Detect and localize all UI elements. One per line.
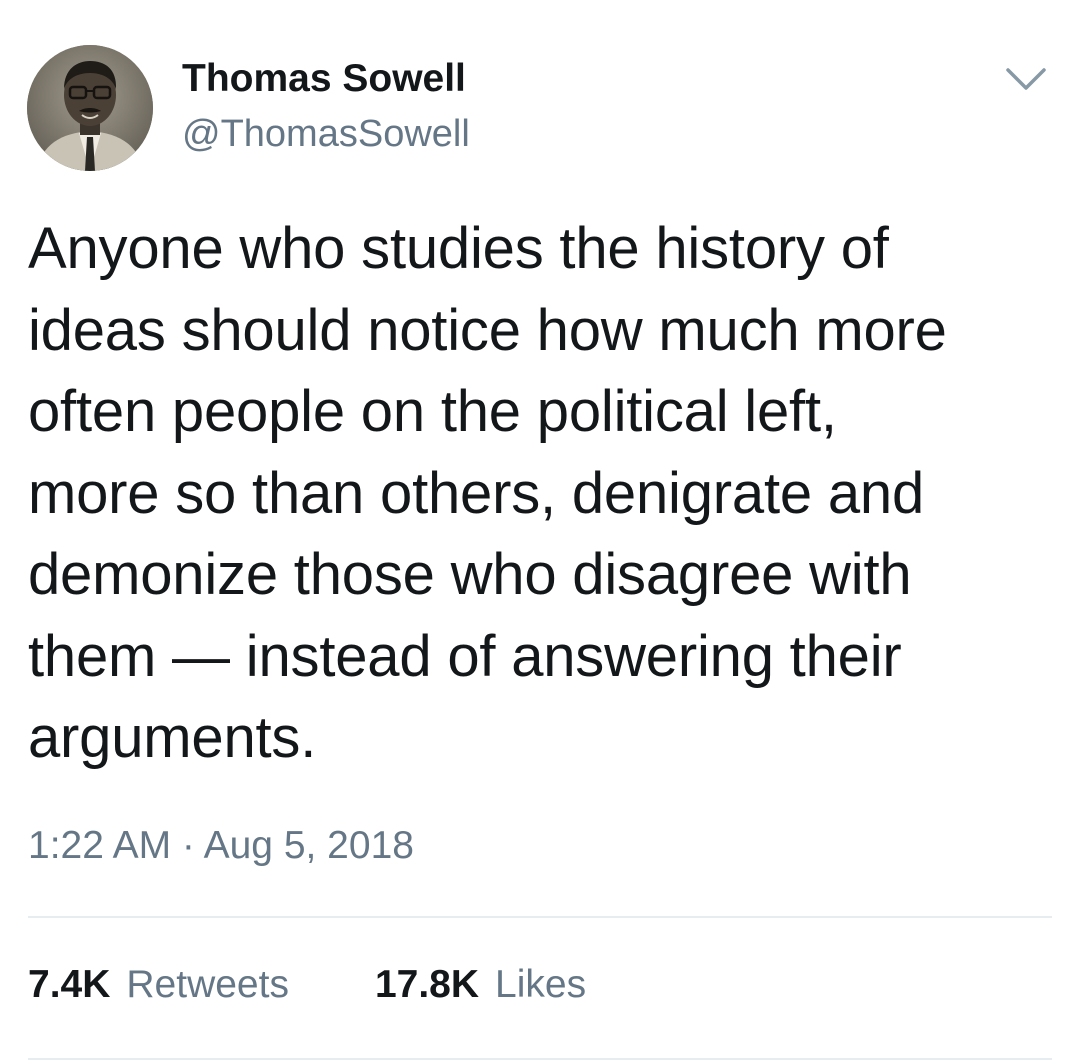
avatar[interactable] [27, 45, 153, 171]
likes-stat[interactable]: 17.8K Likes [375, 963, 586, 1007]
author-handle[interactable]: @ThomasSowell [182, 112, 470, 156]
retweets-label: Retweets [126, 963, 289, 1006]
tweet-card: Thomas Sowell @ThomasSowell Anyone who s… [0, 0, 1080, 1064]
divider [28, 1058, 1052, 1060]
retweets-stat[interactable]: 7.4K Retweets [28, 963, 289, 1007]
tweet-timestamp[interactable]: 1:22 AM · Aug 5, 2018 [28, 822, 414, 870]
divider [28, 916, 1052, 918]
likes-label: Likes [495, 963, 587, 1006]
chevron-down-icon [1006, 68, 1046, 90]
tweet-text: Anyone who studies the history of ideas … [28, 216, 947, 770]
retweets-count: 7.4K [28, 963, 111, 1006]
author-display-name[interactable]: Thomas Sowell [182, 56, 466, 102]
tweet-stats: 7.4K Retweets 17.8K Likes [28, 963, 672, 1011]
profile-photo-icon [27, 45, 153, 171]
tweet-menu-button[interactable] [1004, 62, 1048, 94]
likes-count: 17.8K [374, 963, 480, 1006]
